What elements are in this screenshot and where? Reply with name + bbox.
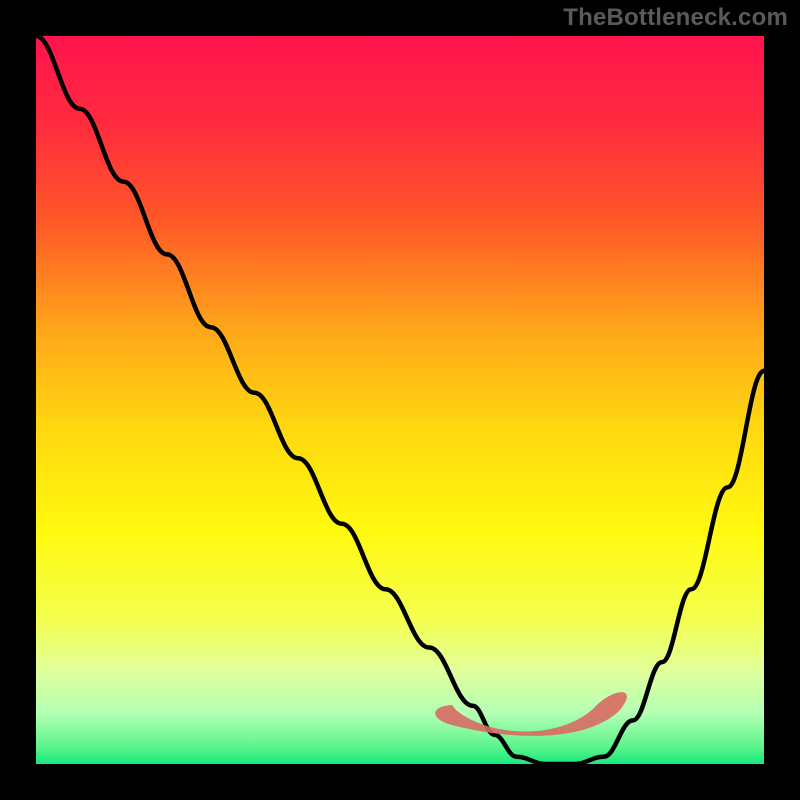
chart-card: TheBottleneck.com bbox=[0, 0, 800, 800]
watermark-text: TheBottleneck.com bbox=[563, 4, 788, 32]
bottleneck-chart bbox=[0, 0, 800, 800]
chart-background bbox=[36, 36, 764, 764]
